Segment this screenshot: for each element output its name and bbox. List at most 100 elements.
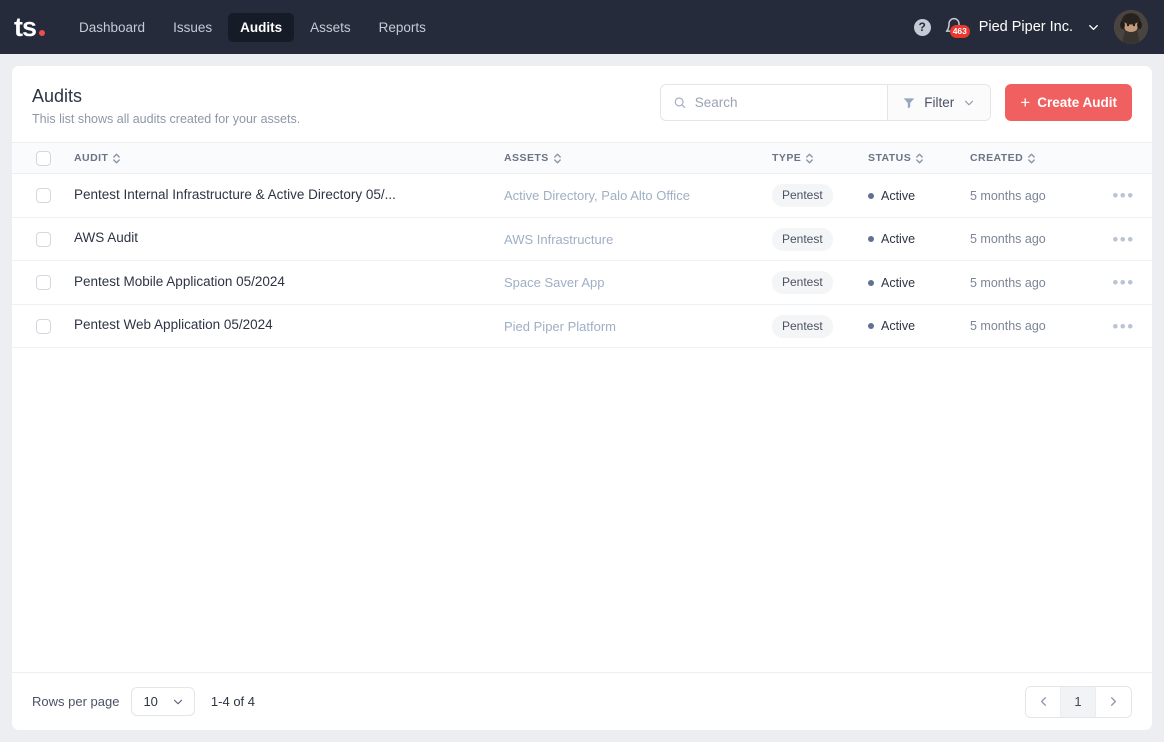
row-actions-menu-button[interactable]: ••• bbox=[1112, 231, 1134, 248]
nav-item-reports[interactable]: Reports bbox=[367, 13, 438, 42]
page-number-button[interactable]: 1 bbox=[1061, 686, 1096, 717]
create-audit-button[interactable]: + Create Audit bbox=[1005, 84, 1132, 121]
column-label-assets: ASSETS bbox=[504, 152, 549, 165]
sort-icon bbox=[1028, 153, 1036, 164]
assets-link[interactable]: AWS Infrastructure bbox=[504, 232, 760, 247]
search-box[interactable] bbox=[661, 85, 887, 120]
row-actions-menu-button[interactable]: ••• bbox=[1112, 318, 1134, 335]
cell-type: Pentest bbox=[772, 271, 868, 295]
row-checkbox[interactable] bbox=[35, 188, 51, 204]
help-icon[interactable]: ? bbox=[913, 18, 931, 36]
assets-link[interactable]: Active Directory, Palo Alto Office bbox=[504, 188, 760, 203]
cell-actions: ••• bbox=[1095, 274, 1152, 291]
chevron-down-icon bbox=[173, 699, 183, 704]
app-logo[interactable]: ts bbox=[14, 13, 46, 41]
pagination-range-label: 1-4 of 4 bbox=[210, 694, 256, 709]
assets-link[interactable]: Pied Piper Platform bbox=[504, 319, 760, 334]
org-switcher-button[interactable] bbox=[1086, 20, 1101, 35]
cell-type: Pentest bbox=[772, 184, 868, 208]
sort-icon bbox=[916, 153, 924, 164]
card-header: Audits This list shows all audits create… bbox=[12, 66, 1152, 142]
sort-icon bbox=[553, 153, 561, 164]
page-title: Audits bbox=[32, 86, 83, 106]
audit-name-link[interactable]: AWS Audit bbox=[74, 230, 492, 245]
filter-label: Filter bbox=[924, 95, 955, 110]
sort-assets-button[interactable]: ASSETS bbox=[504, 152, 760, 164]
table-row[interactable]: Pentest Web Application 05/2024 Pied Pip… bbox=[12, 305, 1152, 349]
nav-item-audits[interactable]: Audits bbox=[228, 12, 295, 42]
nav-item-issues[interactable]: Issues bbox=[161, 13, 224, 42]
audit-name-link[interactable]: Pentest Internal Infrastructure & Active… bbox=[74, 187, 492, 202]
next-page-button[interactable] bbox=[1096, 686, 1131, 717]
status-badge: Active bbox=[868, 189, 970, 203]
type-badge: Pentest bbox=[772, 184, 833, 208]
previous-page-button[interactable] bbox=[1026, 686, 1061, 717]
created-text: 5 months ago bbox=[970, 319, 1046, 334]
row-select-cell bbox=[12, 231, 74, 247]
nav-item-dashboard[interactable]: Dashboard bbox=[67, 13, 157, 42]
chevron-down-icon bbox=[965, 100, 974, 105]
cell-actions: ••• bbox=[1095, 318, 1152, 335]
nav-item-assets[interactable]: Assets bbox=[298, 13, 363, 42]
row-actions-menu-button[interactable]: ••• bbox=[1112, 187, 1134, 204]
assets-link[interactable]: Space Saver App bbox=[504, 275, 760, 290]
avatar-image bbox=[1114, 10, 1148, 44]
created-text: 5 months ago bbox=[970, 188, 1046, 203]
column-header-audit: AUDIT bbox=[74, 152, 504, 164]
status-dot-icon bbox=[868, 236, 874, 243]
cell-status: Active bbox=[868, 276, 970, 290]
plus-icon: + bbox=[1020, 92, 1031, 112]
logo-dot-icon bbox=[39, 29, 46, 36]
row-checkbox[interactable] bbox=[35, 318, 51, 334]
sort-icon bbox=[113, 153, 121, 164]
filter-button[interactable]: Filter bbox=[887, 85, 991, 120]
table-footer: Rows per page 10 1-4 of 4 1 bbox=[12, 672, 1152, 730]
table-row[interactable]: Pentest Mobile Application 05/2024 Space… bbox=[12, 261, 1152, 305]
chevron-down-icon bbox=[1089, 24, 1098, 30]
status-badge: Active bbox=[868, 232, 970, 246]
rows-per-page-value: 10 bbox=[143, 694, 158, 709]
audit-name-link[interactable]: Pentest Mobile Application 05/2024 bbox=[74, 274, 492, 289]
cell-type: Pentest bbox=[772, 227, 868, 251]
header-actions: Filter + Create Audit bbox=[660, 84, 1132, 121]
column-header-created: CREATED bbox=[970, 152, 1095, 164]
column-label-audit: AUDIT bbox=[74, 152, 109, 165]
cell-audit: Pentest Internal Infrastructure & Active… bbox=[74, 187, 504, 202]
user-avatar[interactable] bbox=[1114, 10, 1148, 44]
search-input[interactable] bbox=[694, 95, 876, 110]
page-subtitle: This list shows all audits created for y… bbox=[32, 112, 301, 127]
table-row[interactable]: AWS Audit AWS Infrastructure Pentest Act… bbox=[12, 218, 1152, 262]
page-body: Audits This list shows all audits create… bbox=[0, 54, 1164, 742]
sort-icon bbox=[806, 153, 814, 164]
cell-assets: AWS Infrastructure bbox=[504, 232, 772, 247]
sort-audit-button[interactable]: AUDIT bbox=[74, 152, 492, 164]
row-checkbox[interactable] bbox=[35, 275, 51, 291]
column-label-created: CREATED bbox=[970, 152, 1024, 165]
search-filter-group: Filter bbox=[660, 84, 992, 121]
select-all-checkbox[interactable] bbox=[35, 150, 51, 166]
row-actions-menu-button[interactable]: ••• bbox=[1112, 274, 1134, 291]
pagination-controls: 1 bbox=[1025, 685, 1132, 718]
table-row[interactable]: Pentest Internal Infrastructure & Active… bbox=[12, 174, 1152, 218]
column-header-assets: ASSETS bbox=[504, 152, 772, 164]
notifications-bell-button[interactable]: 463 bbox=[944, 15, 970, 39]
audit-name-link[interactable]: Pentest Web Application 05/2024 bbox=[74, 317, 492, 332]
column-header-status: STATUS bbox=[868, 152, 970, 164]
chevron-left-icon bbox=[1040, 697, 1046, 706]
top-navigation-bar: ts Dashboard Issues Audits Assets Report… bbox=[0, 0, 1164, 54]
status-dot-icon bbox=[868, 323, 874, 330]
cell-assets: Active Directory, Palo Alto Office bbox=[504, 188, 772, 203]
created-text: 5 months ago bbox=[970, 232, 1046, 247]
table-header-row: AUDIT ASSETS TYPE STATUS CREATED bbox=[12, 142, 1152, 175]
sort-type-button[interactable]: TYPE bbox=[772, 152, 868, 164]
organization-name[interactable]: Pied Piper Inc. bbox=[979, 19, 1073, 35]
status-badge: Active bbox=[868, 319, 970, 333]
sort-status-button[interactable]: STATUS bbox=[868, 152, 970, 164]
status-label: Active bbox=[881, 319, 916, 334]
cell-created: 5 months ago bbox=[970, 230, 1095, 248]
rows-per-page-select[interactable]: 10 bbox=[131, 687, 195, 716]
status-label: Active bbox=[881, 188, 916, 203]
row-checkbox[interactable] bbox=[35, 231, 51, 247]
sort-created-button[interactable]: CREATED bbox=[970, 152, 1095, 164]
cell-assets: Pied Piper Platform bbox=[504, 319, 772, 334]
